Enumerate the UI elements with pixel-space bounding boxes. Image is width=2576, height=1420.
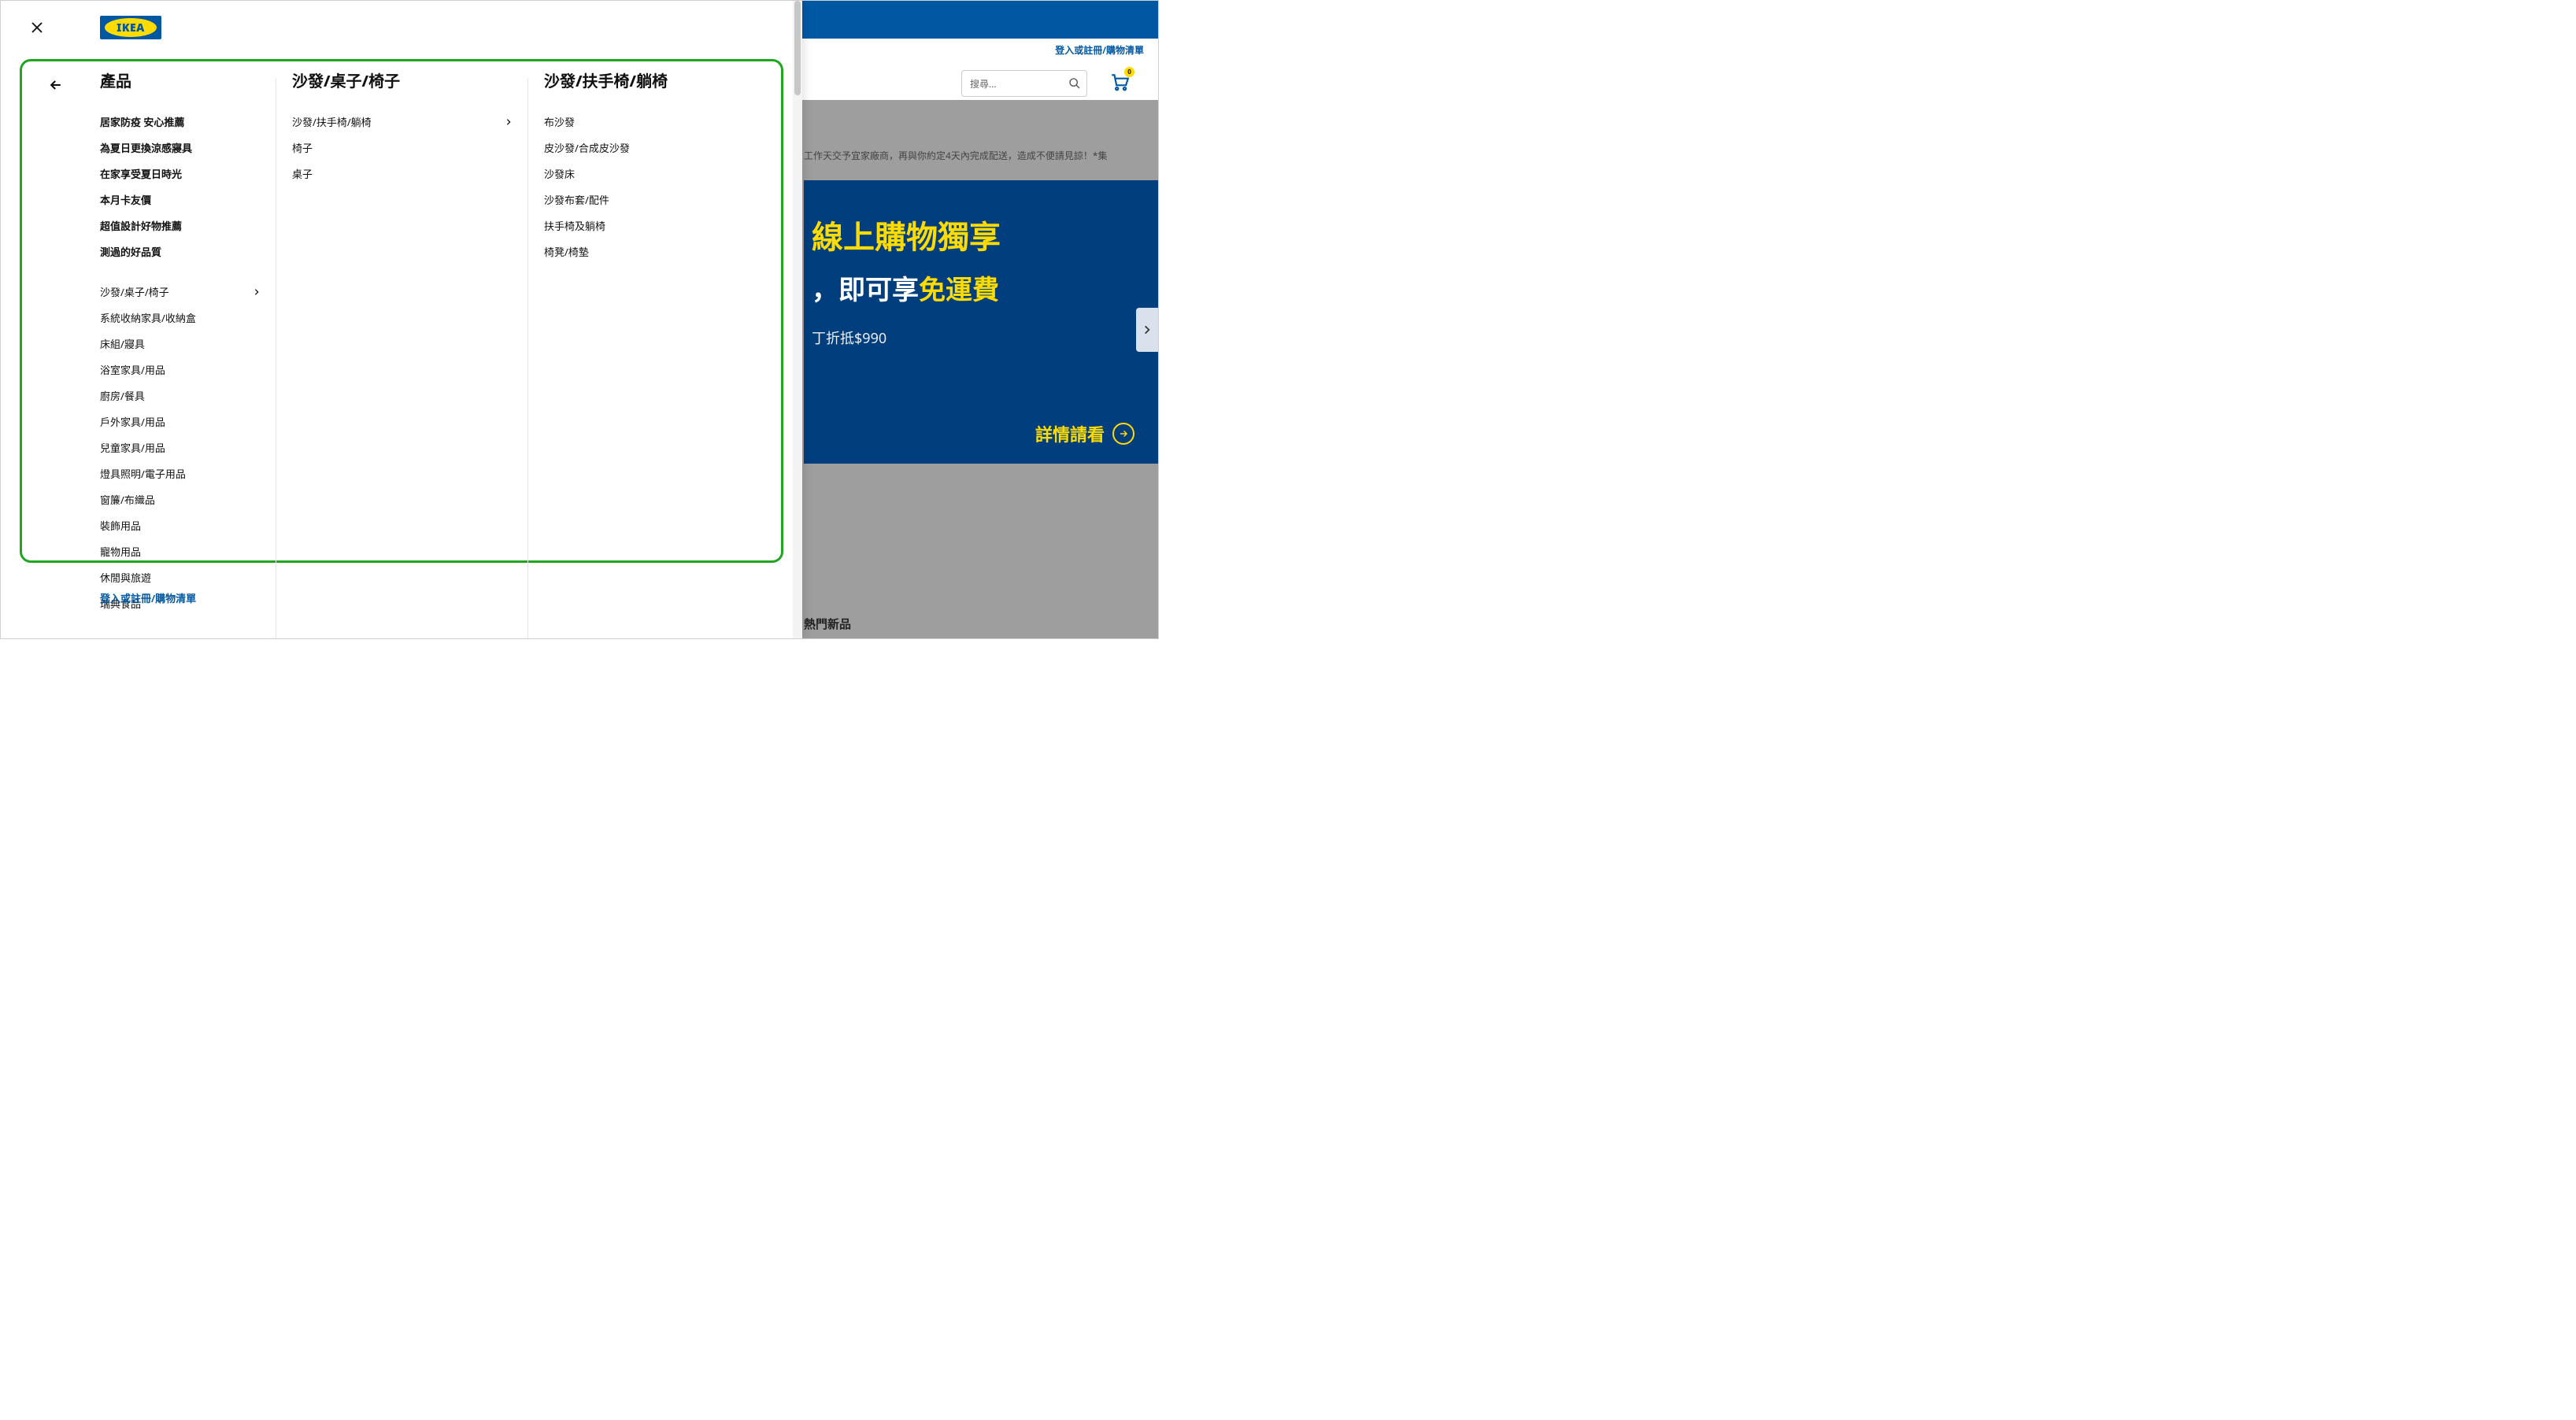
- menu-item[interactable]: 居家防疫 安心推薦: [100, 109, 261, 135]
- menu-item[interactable]: 休閒與旅遊: [100, 564, 261, 590]
- hero-cta[interactable]: 詳情請看: [1035, 421, 1134, 446]
- scrollbar[interactable]: [793, 1, 802, 638]
- menu-item[interactable]: 扶手椅及躺椅: [544, 213, 757, 239]
- menu-header: IKEA: [1, 1, 802, 43]
- menu-item[interactable]: 燈具照明/電子用品: [100, 460, 261, 486]
- menu-item[interactable]: 在家享受夏日時光: [100, 161, 261, 187]
- chevron-right-icon: [253, 288, 261, 296]
- menu-item[interactable]: 沙發/桌子/椅子: [100, 279, 261, 305]
- menu-item[interactable]: 廚房/餐具: [100, 383, 261, 409]
- mega-menu-panel: IKEA 產品 居家防疫 安心推薦為夏日更換涼感寢具在家享受夏日時光本月卡友價超…: [1, 1, 802, 638]
- menu-bottom-login-link[interactable]: 登入或註冊/購物清單: [100, 590, 196, 605]
- menu-item[interactable]: 沙發床: [544, 161, 757, 187]
- menu-item[interactable]: 皮沙發/合成皮沙發: [544, 135, 757, 161]
- chevron-right-icon: [505, 118, 513, 126]
- search-placeholder: 搜尋...: [970, 77, 997, 91]
- cart-button[interactable]: 0: [1109, 72, 1130, 92]
- menu-item[interactable]: 兒童家具/用品: [100, 435, 261, 460]
- menu-item[interactable]: 床組/寢具: [100, 331, 261, 357]
- ikea-logo[interactable]: IKEA: [100, 16, 161, 39]
- menu-item[interactable]: 為夏日更換涼感寢具: [100, 135, 261, 161]
- cart-badge: 0: [1124, 67, 1134, 77]
- menu-item[interactable]: 系統收納家具/收納盒: [100, 305, 261, 331]
- hero-line3: 丁折抵$990: [812, 327, 1134, 348]
- close-button[interactable]: [21, 12, 53, 43]
- menu-item[interactable]: 本月卡友價: [100, 187, 261, 213]
- menu-columns: 產品 居家防疫 安心推薦為夏日更換涼感寢具在家享受夏日時光本月卡友價超值設計好物…: [32, 68, 786, 616]
- bg-login-link[interactable]: 登入或註冊/購物清單: [1055, 43, 1144, 57]
- menu-item[interactable]: 戶外家具/用品: [100, 409, 261, 435]
- menu-item[interactable]: 超值設計好物推薦: [100, 213, 261, 239]
- back-button[interactable]: [43, 72, 68, 98]
- menu-item[interactable]: 桌子: [292, 161, 513, 187]
- menu-item[interactable]: 椅子: [292, 135, 513, 161]
- menu-column-3: 沙發/扶手椅/躺椅 布沙發皮沙發/合成皮沙發沙發床沙發布套/配件扶手椅及躺椅椅凳…: [528, 68, 772, 616]
- col3-title: 沙發/扶手椅/躺椅: [544, 68, 757, 91]
- menu-item[interactable]: 椅凳/椅墊: [544, 239, 757, 264]
- logo-text: IKEA: [105, 18, 157, 37]
- menu-column-2: 沙發/桌子/椅子 沙發/扶手椅/躺椅椅子桌子: [276, 68, 528, 616]
- hero-banner[interactable]: 線上購物獨享 ，即可享免運費 丁折抵$990 詳情請看: [804, 180, 1158, 464]
- carousel-next-button[interactable]: [1136, 308, 1158, 352]
- arrow-right-icon: [1112, 423, 1134, 445]
- menu-item[interactable]: 沙發布套/配件: [544, 187, 757, 213]
- col2-title: 沙發/桌子/椅子: [292, 68, 513, 91]
- menu-item[interactable]: 浴室家具/用品: [100, 357, 261, 383]
- bg-section-heading: 熱門新品: [804, 616, 851, 632]
- menu-item[interactable]: 窗簾/布織品: [100, 486, 261, 512]
- menu-item[interactable]: 寵物用品: [100, 538, 261, 564]
- search-icon[interactable]: [1068, 77, 1081, 90]
- bg-notice-text: 工作天交予宜家廠商，再與你約定4天內完成配送，造成不便請見諒！*集: [804, 149, 1142, 162]
- menu-item[interactable]: 沙發/扶手椅/躺椅: [292, 109, 513, 135]
- app-window: 登入或註冊/購物清單 搜尋... 0 工作天交予宜家廠商，再與你約定4天內完成配…: [0, 0, 1159, 639]
- hero-line2: ，即可享免運費: [812, 268, 1134, 307]
- bg-search[interactable]: 搜尋...: [961, 70, 1087, 97]
- col1-title: 產品: [100, 68, 261, 91]
- menu-item[interactable]: 布沙發: [544, 109, 757, 135]
- menu-column-1: 產品 居家防疫 安心推薦為夏日更換涼感寢具在家享受夏日時光本月卡友價超值設計好物…: [32, 68, 276, 616]
- menu-item[interactable]: 裝飾用品: [100, 512, 261, 538]
- hero-line1: 線上購物獨享: [812, 212, 1134, 257]
- menu-item[interactable]: 測過的好品質: [100, 239, 261, 264]
